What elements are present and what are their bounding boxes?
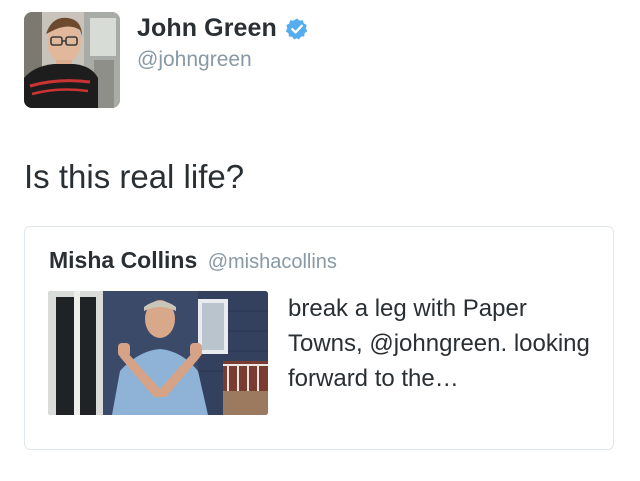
author-display-name[interactable]: John Green xyxy=(137,14,277,43)
quoted-tweet-text: break a leg with Paper Towns, @johngreen… xyxy=(288,295,590,392)
author-name-row: John Green xyxy=(137,14,309,43)
quoted-author-handle[interactable]: @mishacollins xyxy=(208,251,337,273)
author-handle[interactable]: @johngreen xyxy=(137,48,252,72)
quoted-tweet-photo[interactable] xyxy=(48,291,268,415)
author-avatar[interactable] xyxy=(24,12,120,108)
tweet-text: Is this real life? xyxy=(24,158,245,195)
quoted-photo-image xyxy=(48,291,268,415)
quoted-tweet-card[interactable]: Misha Collins @mishacollins break a leg … xyxy=(24,226,614,450)
author-avatar-image xyxy=(24,12,120,108)
quoted-tweet-header: Misha Collins @mishacollins xyxy=(49,247,337,274)
verified-badge-icon xyxy=(285,17,309,41)
quoted-author-name[interactable]: Misha Collins xyxy=(49,247,197,273)
